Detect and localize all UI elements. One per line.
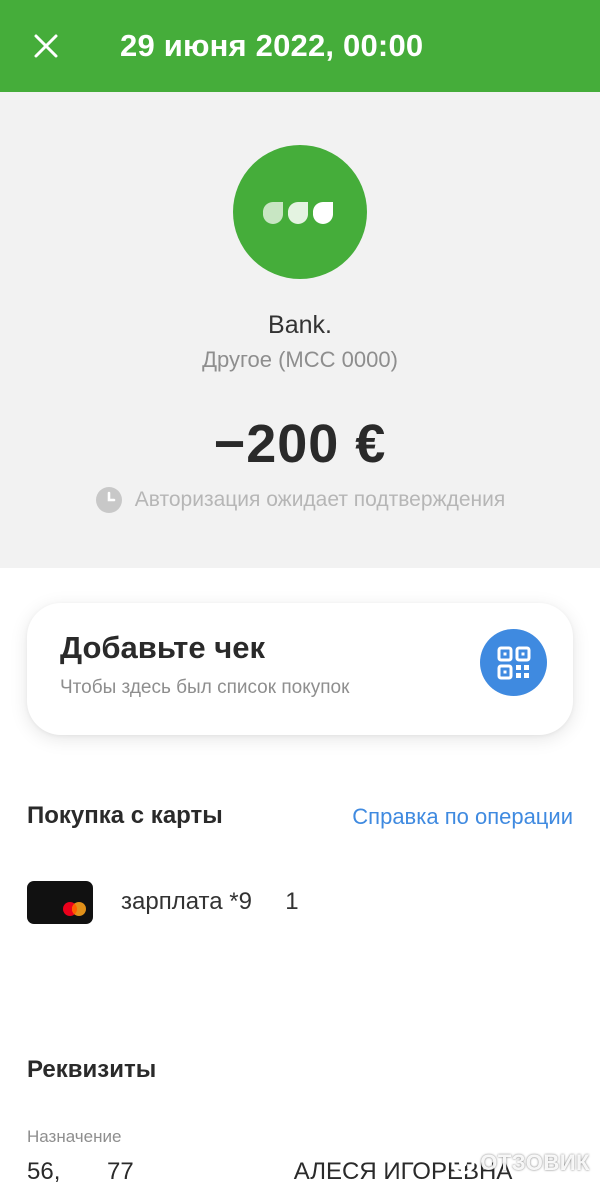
receipt-title: Добавьте чек — [60, 630, 265, 665]
mastercard-icon — [63, 901, 86, 916]
card-section-title: Покупка с карты — [27, 802, 223, 829]
close-icon — [34, 34, 58, 58]
clock-icon — [95, 487, 122, 513]
merchant-logo — [233, 145, 367, 279]
three-dots-logo-icon — [262, 201, 334, 225]
watermark-text: ОТЗОВИК — [480, 1150, 590, 1175]
page-title: 29 июня 2022, 00:00 — [120, 28, 424, 63]
status-text: Авторизация ожидает подтверждения — [134, 488, 506, 511]
merchant-name: Bank. — [268, 311, 332, 339]
top-bar: 29 июня 2022, 00:00 — [0, 0, 600, 92]
watermark: ОТЗОВИК — [450, 1150, 590, 1176]
card-label: зарплата *9 1 — [121, 888, 299, 915]
merchant-category: Другое (MCC 0000) — [202, 347, 398, 372]
details-section-title: Реквизиты — [27, 1056, 157, 1083]
scan-qr-button[interactable] — [480, 629, 547, 696]
card-row[interactable]: зарплата *9 1 — [27, 880, 573, 924]
receipt-subtitle: Чтобы здесь был список покупок — [60, 677, 350, 698]
authorization-status: Авторизация ожидает подтверждения — [0, 486, 600, 514]
watermark-logo-icon — [451, 1151, 475, 1175]
purpose-label: Назначение — [27, 1127, 122, 1146]
operation-help-link[interactable]: Справка по операции — [352, 803, 573, 831]
transaction-amount: −200 € — [213, 414, 387, 474]
close-button[interactable] — [26, 26, 66, 66]
card-thumbnail — [27, 880, 93, 924]
qr-code-icon — [497, 646, 530, 679]
add-receipt-card[interactable]: Добавьте чек Чтобы здесь был список поку… — [27, 603, 573, 735]
